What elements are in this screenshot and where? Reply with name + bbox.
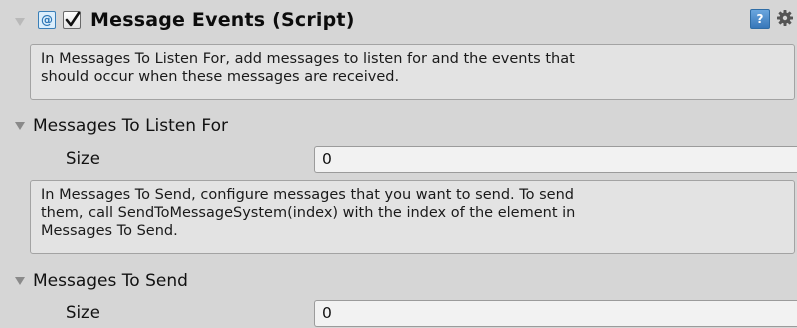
help-text-line: In Messages To Send, configure messages … [41, 187, 574, 203]
component-header[interactable]: @ Message Events (Script) ? [0, 0, 797, 38]
messages-to-send-foldout[interactable]: Messages To Send [0, 268, 797, 294]
size-label: Size [66, 149, 100, 168]
inspector-panel: @ Message Events (Script) ? In Messages … [0, 0, 797, 328]
foldout-label: Messages To Listen For [33, 116, 228, 136]
foldout-arrow-icon[interactable] [15, 122, 25, 130]
send-size-field[interactable]: 0 [314, 300, 797, 327]
help-text-line: Messages To Send. [41, 223, 178, 239]
gear-icon[interactable] [776, 9, 794, 27]
listen-size-row: Size 0 [0, 144, 797, 174]
listen-help-box: In Messages To Listen For, add messages … [30, 44, 795, 100]
enabled-checkbox[interactable] [63, 11, 81, 29]
checkmark-icon [65, 11, 81, 27]
foldout-arrow-icon[interactable] [15, 277, 25, 285]
foldout-label: Messages To Send [33, 271, 188, 291]
listen-size-field[interactable]: 0 [314, 146, 797, 173]
help-text-line: In Messages To Listen For, add messages … [41, 51, 575, 67]
help-icon[interactable]: ? [750, 9, 770, 29]
help-text-line: them, call SendToMessageSystem(index) wi… [41, 205, 576, 221]
send-size-row: Size 0 [0, 298, 797, 328]
component-foldout-arrow-icon[interactable] [15, 18, 25, 26]
messages-to-listen-for-foldout[interactable]: Messages To Listen For [0, 113, 797, 139]
component-title: Message Events (Script) [90, 9, 355, 31]
script-icon: @ [38, 11, 56, 29]
size-label: Size [66, 303, 100, 322]
help-text-line: should occur when these messages are rec… [41, 69, 400, 85]
send-help-box: In Messages To Send, configure messages … [30, 180, 795, 254]
